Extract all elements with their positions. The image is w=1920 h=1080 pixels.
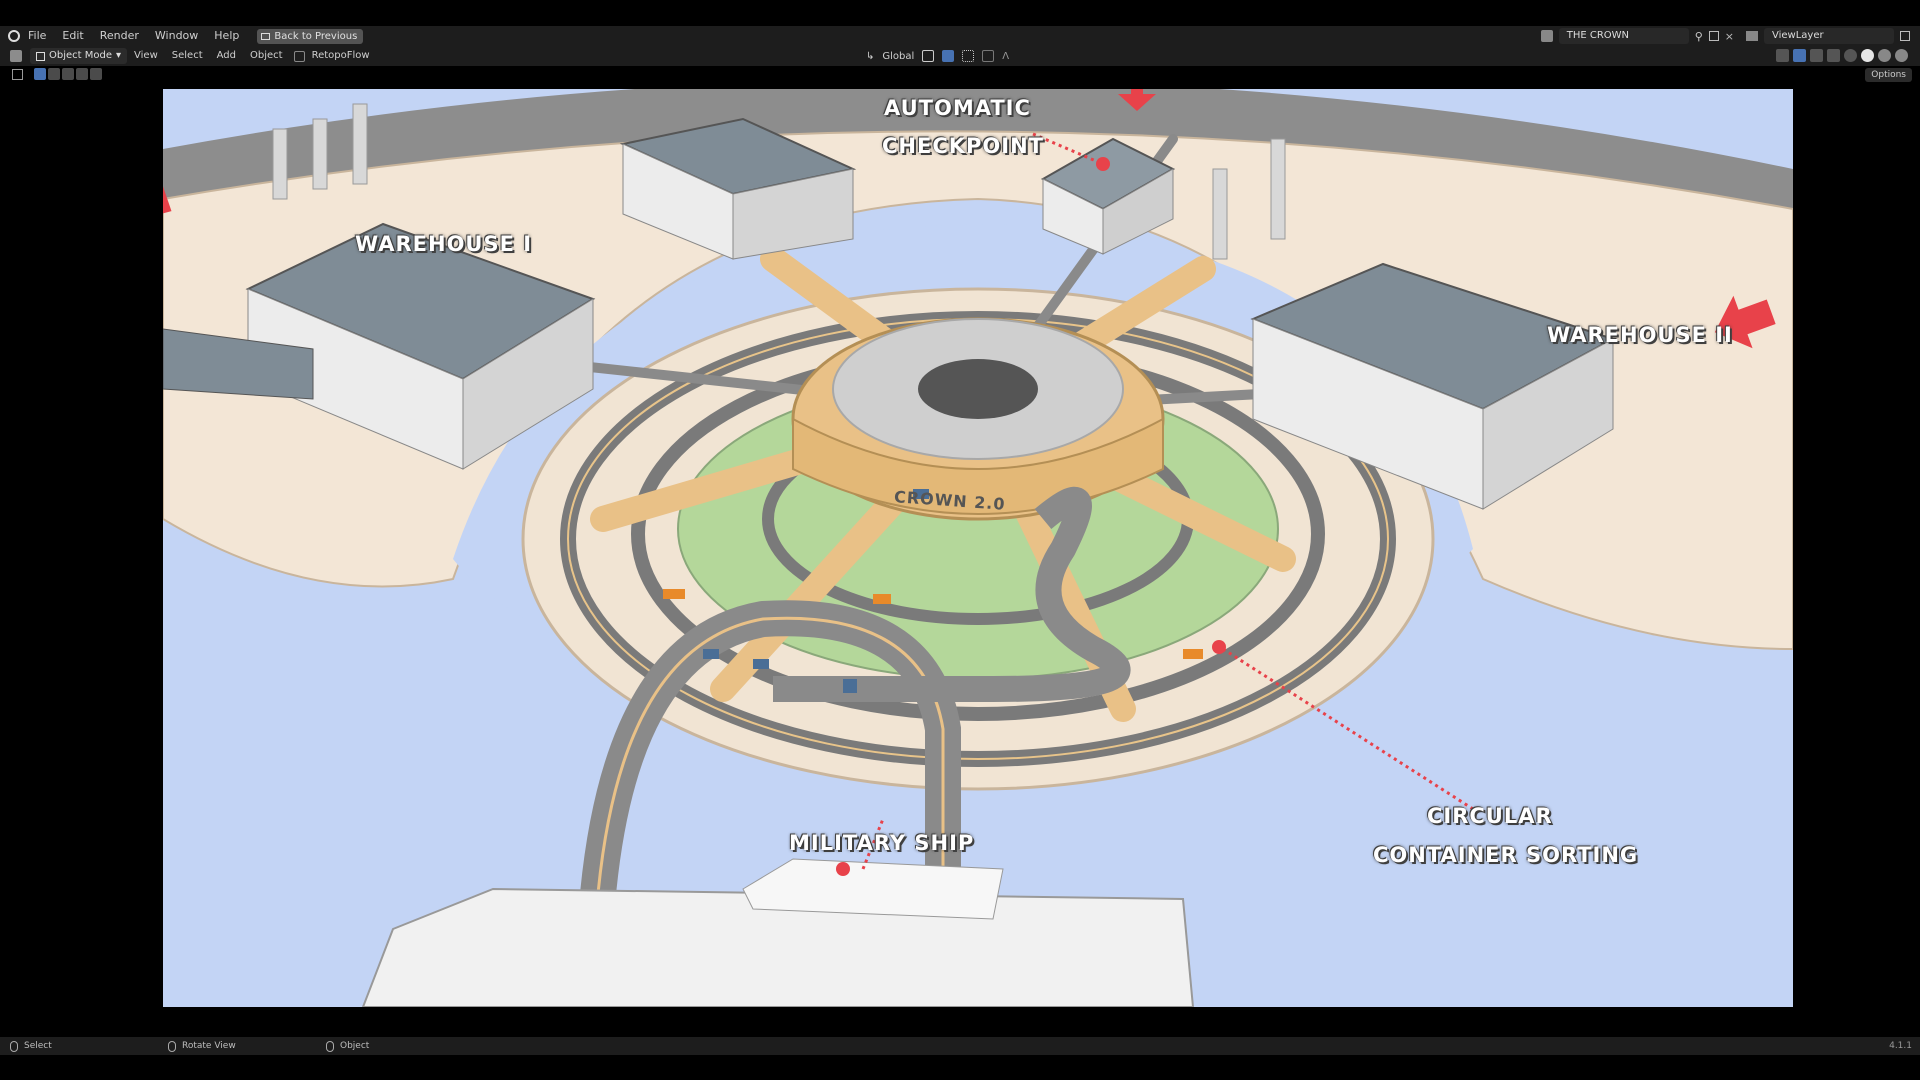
close-scene-icon[interactable]: × [1725,30,1734,43]
transform-orientation-select[interactable]: Global [882,51,914,62]
select-difference-icon[interactable] [76,68,88,80]
select-new-icon[interactable] [34,68,46,80]
viewport-shading [1776,49,1908,62]
label-military-ship: MILITARY SHIP [789,831,975,855]
crown-core [918,359,1038,419]
mouse-middle-icon [168,1040,176,1052]
pin-icon[interactable]: ⚲ [1695,30,1703,43]
menu-file[interactable]: File [20,26,54,46]
header-menu-view[interactable]: View [127,46,165,66]
rendered-shading-icon[interactable] [1895,49,1908,62]
military-ship [361,858,1195,1007]
screen-icon [261,32,271,40]
gizmo-icon[interactable] [1793,49,1806,62]
falloff-icon[interactable]: Λ [1002,51,1009,62]
wireframe-shading-icon[interactable] [1844,49,1857,62]
label-checkpoint-line-1: AUTOMATIC [884,96,1031,120]
addon-icon[interactable] [293,50,305,62]
header-menu-add[interactable]: Add [210,46,243,66]
visibility-icon[interactable] [1776,49,1789,62]
label-sorting-line-2: CONTAINER SORTING [1373,843,1639,867]
chevron-down-icon: ▾ [116,50,122,61]
menu-edit[interactable]: Edit [54,26,91,46]
snap-target-icon[interactable] [962,50,975,62]
snap-icon[interactable] [942,50,955,62]
workspace-controls: THE CROWN ⚲ × ViewLayer [1540,28,1920,44]
status-rotate: Rotate View [168,1040,236,1052]
status-select-label: Select [24,1041,52,1051]
select-intersect-icon[interactable] [90,68,102,80]
header-menu-object[interactable]: Object [243,46,290,66]
transform-tools: ↳ Global Λ [866,46,1009,66]
object-mode-icon [36,51,45,61]
scene-render [163,89,1793,1007]
scene-name-field[interactable]: THE CROWN [1558,28,1689,44]
status-object-label: Object [340,1041,370,1051]
options-button[interactable]: Options [1865,68,1912,82]
material-shading-icon[interactable] [1878,49,1891,62]
status-select: Select [10,1040,52,1052]
overlay-icon[interactable] [1810,49,1823,62]
solid-shading-icon[interactable] [1861,49,1874,62]
top-menu-bar: File Edit Render Window Help Back to Pre… [0,26,1920,46]
header-menu-select[interactable]: Select [165,46,210,66]
new-scene-icon[interactable] [1708,31,1719,41]
viewport-header: Object Mode ▾ View Select Add Object Ret… [0,46,1920,66]
selection-mode-buttons [34,68,102,80]
menu-help[interactable]: Help [206,26,247,46]
status-rotate-label: Rotate View [182,1041,236,1051]
play-icon[interactable] [12,69,23,80]
xray-icon[interactable] [1827,49,1840,62]
object-mode-label: Object Mode [49,50,112,61]
new-view-layer-icon[interactable] [1900,31,1910,41]
status-bar: Select Rotate View Object 4.1.1 [0,1037,1920,1055]
proportional-edit-icon[interactable] [982,50,995,62]
3d-viewport[interactable]: WAREHOUSE I WAREHOUSE II AUTOMATIC CHECK… [163,89,1793,1007]
version-label: 4.1.1 [1889,1041,1912,1051]
view-layer-icon[interactable] [1746,31,1758,41]
back-to-previous-label: Back to Previous [274,30,358,42]
retopoflow-menu[interactable]: RetopoFlow [305,46,377,66]
label-sorting-line-1: CIRCULAR [1427,804,1553,828]
menu-render[interactable]: Render [92,26,147,46]
tool-settings-row: Options [0,66,1920,84]
select-subtract-icon[interactable] [62,68,74,80]
transform-orientation-icon: ↳ [866,50,875,62]
blender-logo-icon[interactable] [8,30,20,42]
menu-window[interactable]: Window [147,26,206,46]
view-layer-field[interactable]: ViewLayer [1764,28,1894,44]
mouse-right-icon [326,1040,334,1052]
editor-type-icon[interactable] [10,50,22,62]
label-warehouse-2: WAREHOUSE II [1547,323,1733,347]
object-mode-select[interactable]: Object Mode ▾ [30,48,128,64]
back-to-previous-button[interactable]: Back to Previous [257,28,364,44]
status-object: Object [326,1040,370,1052]
pivot-point-icon[interactable] [922,50,935,62]
label-warehouse-1: WAREHOUSE I [355,232,533,256]
label-checkpoint-line-2: CHECKPOINT [882,134,1044,158]
select-extend-icon[interactable] [48,68,60,80]
scene-icon[interactable] [1540,30,1553,42]
mouse-left-icon [10,1040,18,1052]
